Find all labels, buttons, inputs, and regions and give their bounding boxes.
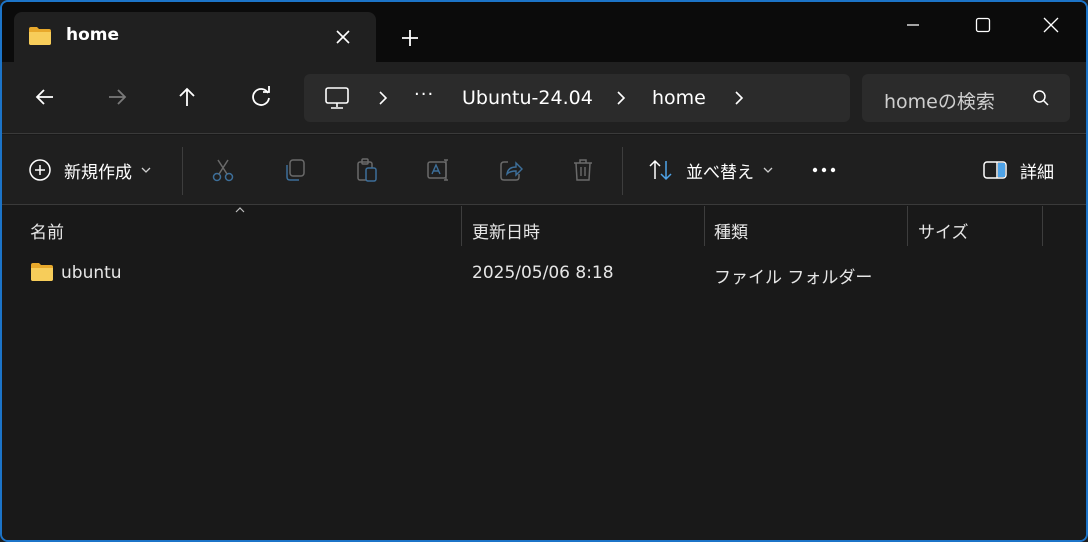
folder-icon — [29, 27, 51, 45]
search-icon[interactable] — [1032, 89, 1050, 107]
breadcrumb-home[interactable]: home — [652, 87, 706, 109]
rename-icon[interactable] — [426, 157, 452, 183]
new-tab-icon[interactable] — [398, 26, 422, 50]
minimize-icon — [907, 24, 919, 26]
minimize-button[interactable] — [878, 10, 948, 40]
close-window-button[interactable] — [1016, 10, 1086, 40]
copy-icon[interactable] — [282, 157, 308, 183]
divider — [622, 147, 623, 195]
sort-ascending-caret-icon — [235, 207, 245, 213]
close-tab-icon[interactable] — [332, 26, 354, 48]
column-header-name[interactable]: 名前 — [30, 218, 64, 243]
new-button[interactable]: 新規作成 — [28, 157, 152, 183]
sort-arrows-icon — [649, 159, 672, 181]
more-options-icon[interactable] — [810, 157, 838, 183]
command-bar: 新規作成 並べ替え 詳細 — [2, 135, 1086, 205]
breadcrumb-overflow[interactable]: ··· — [414, 84, 434, 105]
column-divider[interactable] — [1042, 206, 1043, 246]
navigation-bar: ··· Ubuntu-24.04 home homeの検索 — [2, 62, 1086, 134]
chevron-right-icon[interactable] — [732, 90, 746, 106]
folder-icon — [31, 263, 53, 281]
new-button-label: 新規作成 — [64, 162, 132, 183]
details-pane-button[interactable]: 詳細 — [982, 157, 1054, 183]
sort-button-label: 並べ替え — [686, 162, 754, 183]
back-arrow-icon[interactable] — [32, 84, 58, 110]
column-divider[interactable] — [461, 206, 462, 246]
delete-icon[interactable] — [570, 157, 596, 183]
tab-home[interactable]: home — [14, 12, 376, 62]
add-circle-icon — [29, 159, 51, 181]
chevron-down-icon — [763, 167, 773, 173]
sort-button[interactable]: 並べ替え — [648, 157, 774, 183]
file-name[interactable]: ubuntu — [61, 263, 122, 283]
search-input[interactable]: homeの検索 — [884, 87, 995, 114]
cut-icon[interactable] — [210, 157, 236, 183]
forward-arrow-icon[interactable] — [104, 84, 130, 110]
table-row[interactable]: ubuntu 2025/05/06 8:18 ファイル フォルダー — [22, 256, 1066, 290]
title-bar: home — [2, 2, 1086, 62]
column-header-size[interactable]: サイズ — [918, 218, 969, 243]
column-divider[interactable] — [704, 206, 705, 246]
file-explorer-window: home ··· Ubuntu-24.04 home homeの検索 新規作成 … — [0, 0, 1088, 542]
details-pane-icon — [983, 161, 1007, 179]
paste-icon[interactable] — [354, 157, 380, 183]
breadcrumb-ubuntu[interactable]: Ubuntu-24.04 — [462, 87, 593, 109]
details-button-label: 詳細 — [1020, 162, 1054, 183]
chevron-right-icon[interactable] — [376, 90, 390, 106]
column-divider[interactable] — [907, 206, 908, 246]
search-box[interactable]: homeの検索 — [862, 74, 1070, 122]
share-icon[interactable] — [498, 157, 524, 183]
file-type: ファイル フォルダー — [714, 268, 873, 288]
address-breadcrumb[interactable]: ··· Ubuntu-24.04 home — [304, 74, 850, 122]
tab-title: home — [66, 25, 120, 45]
up-arrow-icon[interactable] — [174, 84, 200, 110]
file-list: 名前 更新日時 種類 サイズ ubuntu 2025/05/06 8:18 ファ… — [2, 206, 1086, 540]
column-header-modified[interactable]: 更新日時 — [472, 218, 540, 243]
chevron-right-icon[interactable] — [614, 90, 628, 106]
file-modified: 2025/05/06 8:18 — [472, 263, 614, 283]
column-header-type[interactable]: 種類 — [714, 218, 748, 243]
refresh-icon[interactable] — [248, 84, 274, 110]
divider — [182, 147, 183, 195]
this-pc-icon[interactable] — [324, 86, 350, 110]
maximize-button[interactable] — [948, 10, 1018, 40]
maximize-icon — [975, 17, 991, 33]
chevron-down-icon — [141, 167, 151, 173]
close-icon — [1043, 17, 1059, 33]
